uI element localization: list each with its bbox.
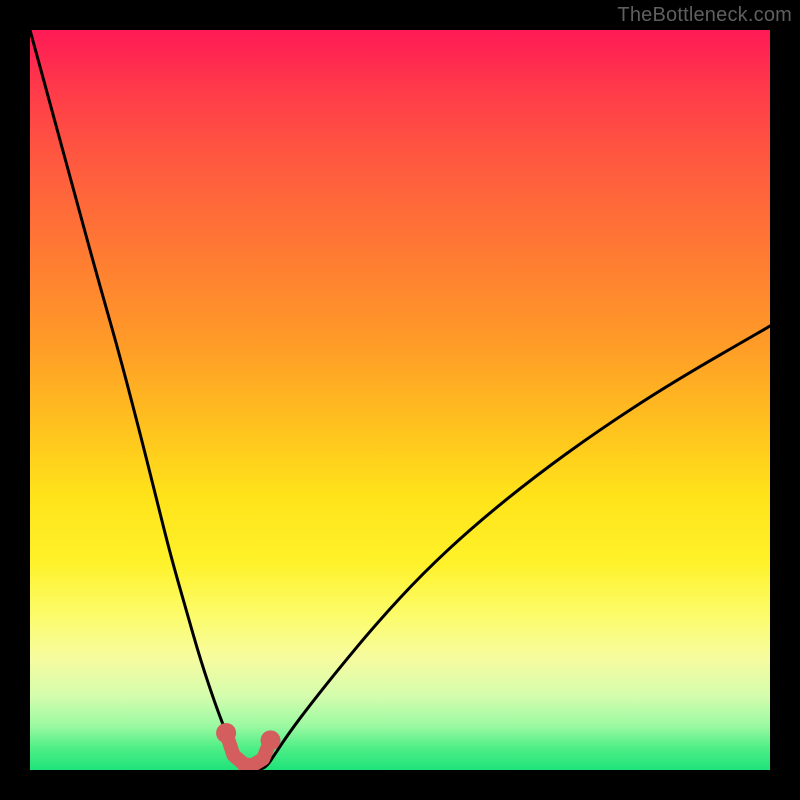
marker-right-dot (261, 730, 281, 750)
watermark-text: TheBottleneck.com (617, 4, 792, 27)
bottleneck-curve (30, 30, 770, 770)
marker-left-dot (216, 723, 236, 743)
plot-area (30, 30, 770, 770)
curve-layer (30, 30, 770, 770)
chart-frame: TheBottleneck.com (0, 0, 800, 800)
